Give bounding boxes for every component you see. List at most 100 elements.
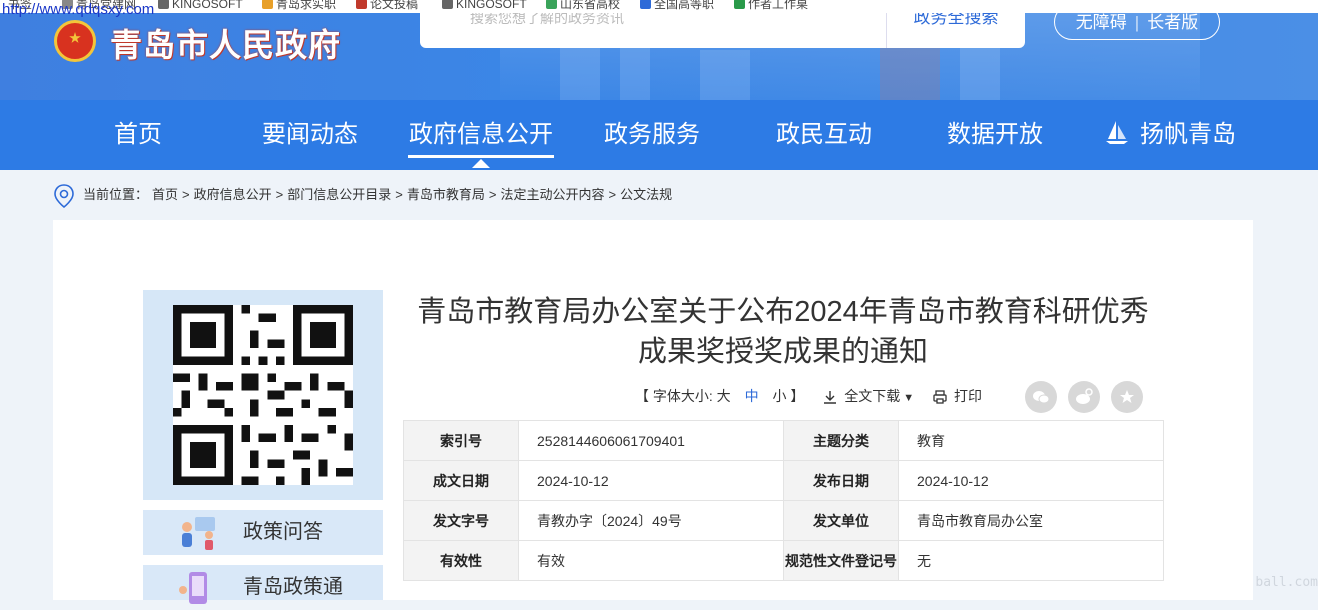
nav-item-interaction[interactable]: 政民互动	[772, 100, 876, 170]
font-size-medium[interactable]: 中	[745, 388, 759, 404]
document-metadata-table: 索引号 2528144606061709401 主题分类 教育 成文日期 202…	[403, 420, 1164, 581]
national-emblem-icon	[54, 20, 96, 62]
meta-value: 教育	[898, 420, 1164, 461]
phone-illustration-icon	[179, 572, 207, 604]
site-header: 青岛市人民政府 搜索您想了解的政务资讯 政务全搜索 无障碍 | 长者版	[0, 0, 1318, 100]
bookmark-icon	[546, 0, 557, 9]
favorite-button[interactable]	[1111, 381, 1143, 413]
meta-key: 主题分类	[783, 420, 899, 461]
table-row: 索引号 2528144606061709401 主题分类 教育	[403, 420, 1164, 461]
meta-key: 发文字号	[403, 500, 519, 541]
bookmarks-bar: 书签 青岛党建网 KINGOSOFT 青岛求实职 论文投稿 KINGOSOFT …	[0, 0, 1318, 13]
bookmark-icon	[158, 0, 169, 9]
breadcrumb-sep: >	[275, 187, 284, 202]
meta-key: 发布日期	[783, 460, 899, 501]
print-button[interactable]: 打印	[954, 388, 982, 404]
meta-value: 无	[898, 540, 1164, 581]
breadcrumb-item[interactable]: 政府信息公开	[194, 187, 272, 202]
table-row: 有效性 有效 规范性文件登记号 无	[403, 540, 1164, 581]
bookmark-item[interactable]: 全国高等职	[640, 0, 714, 11]
people-illustration-icon	[182, 517, 215, 550]
share-wechat-button[interactable]	[1025, 381, 1057, 413]
nav-item-gov-info[interactable]: 政府信息公开	[408, 100, 554, 170]
meta-key: 规范性文件登记号	[783, 540, 899, 581]
policy-qa-label: 政策问答	[243, 521, 323, 543]
meta-key: 成文日期	[403, 460, 519, 501]
document-toolbar: 【 字体大小: 大 中 小 】 全文下载 ▼ 打印	[635, 381, 982, 411]
table-row: 发文字号 青教办字〔2024〕49号 发文单位 青岛市教育局办公室	[403, 500, 1164, 541]
url-text: http://www.qdqsxy.com	[2, 1, 155, 18]
qr-code-panel	[143, 290, 383, 500]
font-size-small[interactable]: 小 】	[772, 388, 804, 404]
meta-key: 索引号	[403, 420, 519, 461]
document-title: 青岛市教育局办公室关于公布2024年青岛市教育科研优秀成果奖授奖成果的通知	[417, 296, 1149, 368]
breadcrumb-sep: >	[488, 187, 497, 202]
bookmark-label: 作者工作桌	[748, 0, 809, 11]
bookmark-item[interactable]: 作者工作桌	[734, 0, 808, 11]
print-icon	[933, 390, 947, 404]
weibo-icon	[1076, 388, 1093, 404]
bookmark-icon	[640, 0, 651, 9]
meta-value: 青教办字〔2024〕49号	[518, 500, 784, 541]
elder-version-link[interactable]: 长者版	[1147, 13, 1198, 32]
bookmark-item[interactable]: KINGOSOFT	[158, 0, 243, 11]
bookmark-item[interactable]: 山东省高校	[546, 0, 620, 11]
watermark: ball.com	[1255, 575, 1318, 590]
meta-value: 有效	[518, 540, 784, 581]
chevron-down-icon: ▼	[903, 392, 915, 404]
breadcrumb-item[interactable]: 部门信息公开目录	[287, 187, 391, 202]
bookmark-label: 山东省高校	[560, 0, 621, 11]
breadcrumb-label: 当前位置：	[83, 187, 149, 202]
skyline-building	[560, 40, 600, 100]
bookmark-label: 青岛求实职	[276, 0, 337, 11]
breadcrumb-item[interactable]: 青岛市教育局	[407, 187, 485, 202]
bookmark-icon	[262, 0, 273, 9]
bookmark-label: KINGOSOFT	[172, 0, 243, 11]
breadcrumb-sep: >	[608, 187, 617, 202]
breadcrumb-sep: >	[182, 187, 190, 202]
meta-key: 有效性	[403, 540, 519, 581]
nav-item-home[interactable]: 首页	[93, 100, 183, 170]
qr-code-icon	[173, 305, 353, 485]
barrier-free-link[interactable]: 无障碍	[1076, 13, 1127, 32]
nav-item-label: 扬帆青岛	[1140, 121, 1236, 148]
bookmark-icon	[442, 0, 453, 9]
bookmark-label: KINGOSOFT	[456, 0, 527, 11]
qingdao-policy-button[interactable]: 青岛政策通	[143, 565, 383, 604]
site-title[interactable]: 青岛市人民政府	[110, 20, 341, 66]
bookmark-label: 全国高等职	[654, 0, 715, 11]
bookmark-label: 论文投稿	[370, 0, 419, 11]
skyline-building	[700, 50, 750, 100]
breadcrumb-sep: >	[395, 187, 403, 202]
meta-key: 发文单位	[783, 500, 899, 541]
meta-value: 2024-10-12	[898, 460, 1164, 501]
sailboat-icon	[1106, 121, 1128, 144]
meta-value: 2024-10-12	[518, 460, 784, 501]
policy-qa-button[interactable]: 政策问答	[143, 510, 383, 555]
breadcrumb: 当前位置： 首页 > 政府信息公开 > 部门信息公开目录 > 青岛市教育局 > 法定主动公开内容 >…	[53, 182, 676, 208]
meta-value: 2528144606061709401	[518, 420, 784, 461]
nav-item-yangfan[interactable]: 扬帆青岛	[1100, 100, 1240, 170]
wechat-icon	[1033, 391, 1050, 404]
qr-code-graphic	[173, 305, 353, 485]
share-weibo-button[interactable]	[1068, 381, 1100, 413]
main-nav: 首页 要闻动态 政府信息公开 政务服务 政民互动 数据开放 扬帆青岛	[0, 100, 1318, 170]
star-icon	[1120, 390, 1134, 403]
breadcrumb-item[interactable]: 公文法规	[620, 187, 672, 202]
bookmark-item[interactable]: 论文投稿	[356, 0, 418, 11]
font-size-label[interactable]: 【 字体大小: 大	[635, 388, 731, 404]
bookmark-icon	[356, 0, 367, 9]
breadcrumb-item[interactable]: 首页	[152, 187, 178, 202]
bookmark-icon	[734, 0, 745, 9]
download-button[interactable]: 全文下载	[844, 388, 900, 404]
location-pin-icon	[54, 183, 74, 208]
bookmark-item[interactable]: KINGOSOFT	[442, 0, 527, 11]
qingdao-policy-label: 青岛政策通	[243, 576, 343, 598]
meta-value: 青岛市教育局办公室	[898, 500, 1164, 541]
bookmark-item[interactable]: 青岛求实职	[262, 0, 336, 11]
table-row: 成文日期 2024-10-12 发布日期 2024-10-12	[403, 460, 1164, 501]
nav-item-open-data[interactable]: 数据开放	[943, 100, 1047, 170]
nav-item-services[interactable]: 政务服务	[600, 100, 704, 170]
nav-item-news[interactable]: 要闻动态	[258, 100, 362, 170]
breadcrumb-item[interactable]: 法定主动公开内容	[500, 187, 604, 202]
